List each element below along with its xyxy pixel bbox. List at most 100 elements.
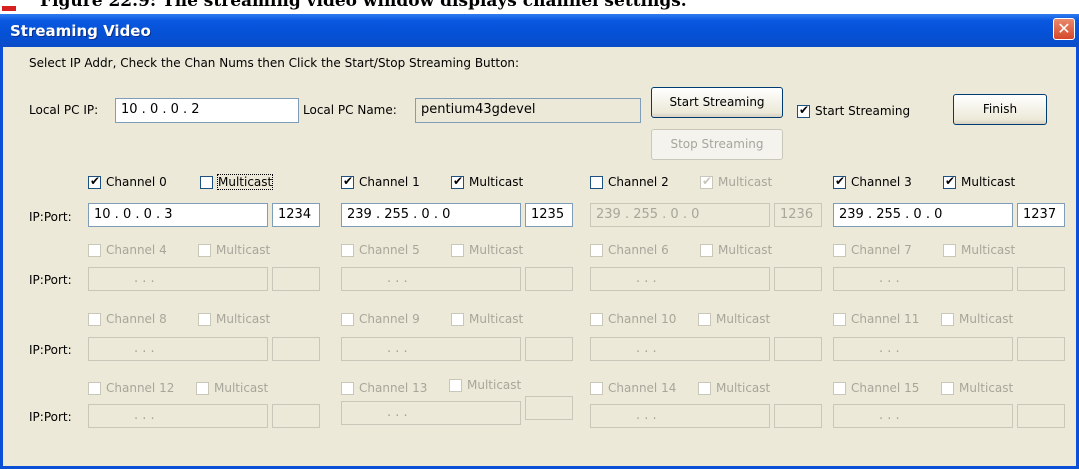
- window-title: Streaming Video: [10, 22, 151, 40]
- channel-13-multicast-checkbox[interactable]: Multicast: [449, 378, 521, 392]
- channel-3-port-field[interactable]: 1237: [1017, 203, 1065, 227]
- channel-5-ip-field[interactable]: . . .: [341, 267, 521, 291]
- checkbox-box: [943, 174, 956, 189]
- channel-11-checkbox[interactable]: Channel 11: [833, 312, 919, 326]
- multicast-label: Multicast: [716, 381, 771, 395]
- channel-3-ip-field[interactable]: 239 . 255 . 0 . 0: [833, 203, 1013, 227]
- local-pc-ip-field[interactable]: 10 . 0 . 0 . 2: [115, 98, 299, 123]
- channel-2-ip-field[interactable]: 239 . 255 . 0 . 0: [590, 203, 770, 227]
- channel-10-ip-field[interactable]: . . .: [590, 337, 770, 361]
- channel-0-checkbox[interactable]: Channel 0: [88, 174, 167, 189]
- channel-3-multicast-checkbox[interactable]: Multicast: [943, 174, 1015, 189]
- stop-streaming-button[interactable]: Stop Streaming: [651, 129, 783, 160]
- channel-9-ip-field[interactable]: . . .: [341, 337, 521, 361]
- start-streaming-checkbox[interactable]: Start Streaming: [797, 103, 910, 118]
- channel-4-multicast-checkbox[interactable]: Multicast: [198, 243, 270, 257]
- close-button[interactable]: ✕: [1053, 18, 1075, 40]
- channel-5-port-field[interactable]: [525, 267, 573, 291]
- channel-6-port-field[interactable]: [774, 267, 822, 291]
- channel-15-checkbox[interactable]: Channel 15: [833, 381, 919, 395]
- multicast-label: Multicast: [718, 243, 773, 257]
- channel-7-port-field[interactable]: [1017, 267, 1065, 291]
- channel-8-checkbox[interactable]: Channel 8: [88, 312, 167, 326]
- channel-14-ip-field[interactable]: . . .: [590, 404, 770, 428]
- multicast-label: Multicast: [716, 312, 771, 326]
- channel-0-port-field[interactable]: 1234: [272, 203, 320, 227]
- ip-port-label: IP:Port:: [29, 410, 72, 424]
- channel-9-multicast-checkbox[interactable]: Multicast: [451, 312, 523, 326]
- checkbox-box: [451, 174, 464, 189]
- channel-1-port-field[interactable]: 1235: [525, 203, 573, 227]
- channel-12-port-field[interactable]: [272, 404, 320, 428]
- multicast-label: Multicast: [214, 381, 269, 395]
- channel-6-checkbox[interactable]: Channel 6: [590, 243, 669, 257]
- channel-13-port-field[interactable]: [525, 396, 573, 420]
- channel-3-checkbox[interactable]: Channel 3: [833, 174, 912, 189]
- channel-4-checkbox[interactable]: Channel 4: [88, 243, 167, 257]
- multicast-label: Multicast: [718, 175, 773, 189]
- channel-10-multicast-checkbox[interactable]: Multicast: [698, 312, 770, 326]
- checkbox-box: [941, 381, 954, 395]
- checkbox-box: [451, 243, 464, 257]
- channel-15-ip-field[interactable]: . . .: [833, 404, 1013, 428]
- local-pc-name-field[interactable]: pentium43gdevel: [415, 98, 641, 123]
- ip-port-label: IP:Port:: [29, 273, 72, 287]
- channel-8-multicast-checkbox[interactable]: Multicast: [198, 312, 270, 326]
- channel-12-checkbox[interactable]: Channel 12: [88, 381, 174, 395]
- channel-14-checkbox[interactable]: Channel 14: [590, 381, 676, 395]
- channel-2-port-field[interactable]: 1236: [774, 203, 822, 227]
- multicast-label: Multicast: [216, 312, 271, 326]
- checkbox-box: [833, 174, 846, 189]
- channel-0-ip-field[interactable]: 10 . 0 . 0 . 3: [88, 203, 268, 227]
- channel-7-ip-field[interactable]: . . .: [833, 267, 1013, 291]
- channel-10-checkbox[interactable]: Channel 10: [590, 312, 676, 326]
- checkbox-box: [88, 174, 101, 189]
- start-streaming-button[interactable]: Start Streaming: [651, 87, 783, 118]
- channel-11-ip-field[interactable]: . . .: [833, 337, 1013, 361]
- channel-13-ip-field[interactable]: . . .: [341, 401, 521, 425]
- channel-12-multicast-checkbox[interactable]: Multicast: [196, 381, 268, 395]
- channel-4-ip-field[interactable]: . . .: [88, 267, 268, 291]
- channel-label: Channel 6: [608, 243, 669, 257]
- channel-11-multicast-checkbox[interactable]: Multicast: [941, 312, 1013, 326]
- channel-5-multicast-checkbox[interactable]: Multicast: [451, 243, 523, 257]
- channel-14-multicast-checkbox[interactable]: Multicast: [698, 381, 770, 395]
- checkbox-box: [833, 381, 846, 395]
- channel-2-checkbox[interactable]: Channel 2: [590, 175, 669, 189]
- channel-8-port-field[interactable]: [272, 337, 320, 361]
- title-bar[interactable]: Streaming Video ✕: [0, 14, 1079, 47]
- channel-0-multicast-checkbox[interactable]: Multicast: [200, 174, 274, 190]
- channel-12-ip-field[interactable]: . . .: [88, 404, 268, 428]
- channel-label: Channel 3: [851, 175, 912, 189]
- checkbox-box: [590, 312, 603, 326]
- checkbox-box: [196, 381, 209, 395]
- channel-10-port-field[interactable]: [774, 337, 822, 361]
- channel-15-multicast-checkbox[interactable]: Multicast: [941, 381, 1013, 395]
- checkbox-box: [341, 312, 354, 326]
- channel-2-multicast-checkbox[interactable]: Multicast: [700, 174, 773, 189]
- channel-7-checkbox[interactable]: Channel 7: [833, 243, 912, 257]
- channel-13-checkbox[interactable]: Channel 13: [341, 381, 427, 395]
- channel-7-multicast-checkbox[interactable]: Multicast: [943, 243, 1015, 257]
- multicast-label: Multicast: [469, 312, 524, 326]
- channel-14-port-field[interactable]: [774, 404, 822, 428]
- channel-4-port-field[interactable]: [272, 267, 320, 291]
- channel-1-checkbox[interactable]: Channel 1: [341, 174, 420, 189]
- channel-6-multicast-checkbox[interactable]: Multicast: [700, 243, 772, 257]
- channel-11-port-field[interactable]: [1017, 337, 1065, 361]
- channel-5-checkbox[interactable]: Channel 5: [341, 243, 420, 257]
- channel-label: Channel 11: [851, 312, 920, 326]
- checkbox-box: [451, 312, 464, 326]
- channel-8-ip-field[interactable]: . . .: [88, 337, 268, 361]
- checkbox-box: [700, 174, 713, 189]
- channel-1-ip-field[interactable]: 239 . 255 . 0 . 0: [341, 203, 521, 227]
- multicast-label: Multicast: [959, 312, 1014, 326]
- channel-9-port-field[interactable]: [525, 337, 573, 361]
- channel-label: Channel 4: [106, 243, 167, 257]
- finish-button[interactable]: Finish: [953, 94, 1047, 125]
- channel-6-ip-field[interactable]: . . .: [590, 267, 770, 291]
- channel-1-multicast-checkbox[interactable]: Multicast: [451, 174, 523, 189]
- channel-9-checkbox[interactable]: Channel 9: [341, 312, 420, 326]
- channel-15-port-field[interactable]: [1017, 404, 1065, 428]
- checkbox-box: [698, 381, 711, 395]
